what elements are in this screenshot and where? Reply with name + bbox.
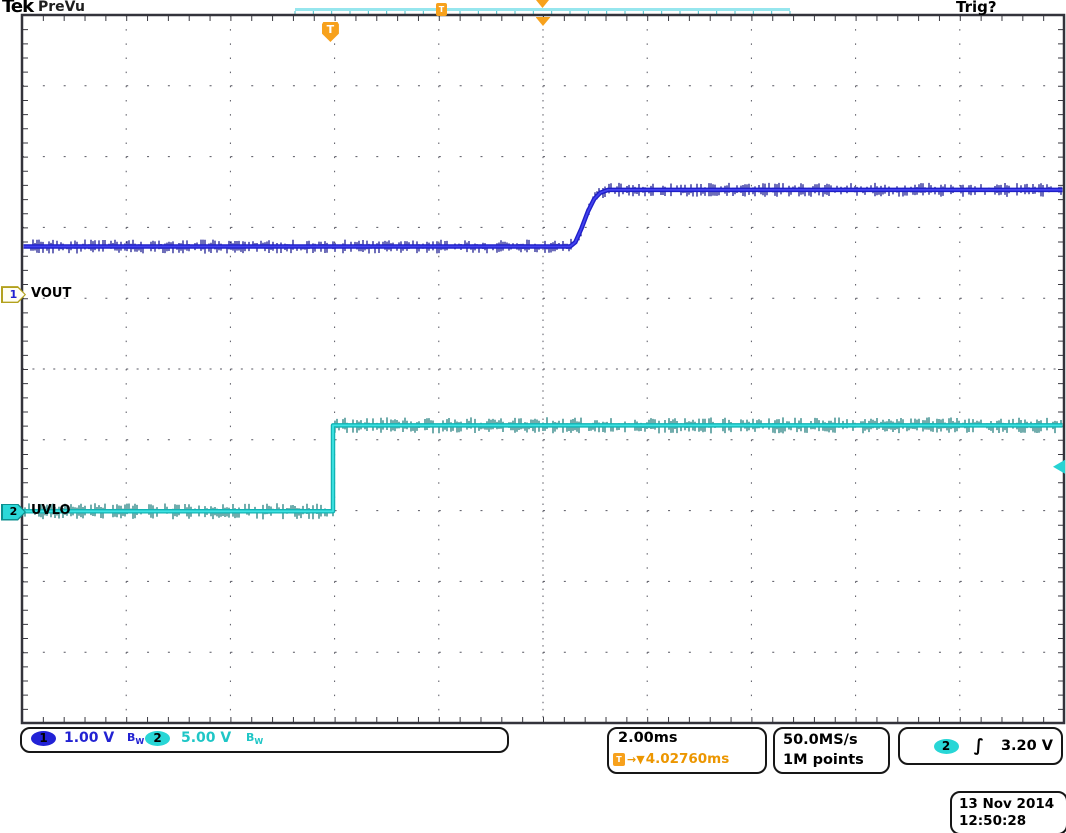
date-readout: 13 Nov 2014 [952,793,1066,813]
delay-t-icon: T [613,753,625,766]
acquisition-mode-label: PreVu [38,0,85,15]
time-per-div-readout: 2.00ms [618,730,678,746]
ch1-scale-readout: 1.00 V [64,730,114,746]
channel-readout-box[interactable]: 1 1.00 V BW 2 5.00 V BW [20,727,509,753]
ch2-scale-readout: 5.00 V [181,730,231,746]
ch1-ground-marker-number: 1 [3,288,25,302]
record-trigger-t-icon[interactable]: T [436,3,447,16]
ch2-bandwidth-indicator: BW [246,731,263,746]
datetime-box: 13 Nov 2014 12:50:28 [950,791,1066,833]
trigger-status-label: Trig? [956,0,997,16]
delay-value: 4.02760ms [646,751,730,767]
trigger-source-badge[interactable]: 2 [934,739,959,754]
ch2-waveform-label: UVLO [31,503,71,518]
ch1-badge[interactable]: 1 [31,731,56,746]
horizontal-readout-box[interactable]: 2.00ms T →▼ 4.02760ms [607,727,767,774]
tek-logo: Tek [2,0,33,17]
acquisition-readout-box[interactable]: 50.0MS/s 1M points [773,727,890,774]
time-readout: 12:50:28 [952,813,1066,830]
ch2-badge[interactable]: 2 [145,731,170,746]
delay-arrow-icon: →▼ [627,753,645,766]
rising-edge-slope-icon: ∫ [974,736,984,756]
bw-sub: W [254,737,263,746]
trigger-delay-readout: T →▼ 4.02760ms [613,751,729,767]
record-length-readout: 1M points [775,750,888,770]
bw-sub: W [135,737,144,746]
oscilloscope-screen: Tek PreVu Trig? T T 1 VOUT 2 UVLO 1 1.00… [0,0,1066,833]
ch1-waveform-label: VOUT [31,286,71,301]
graticule-grid [22,15,1064,723]
trigger-readout-box[interactable]: 2 ∫ 3.20 V [898,727,1063,765]
sample-rate-readout: 50.0MS/s [775,729,888,750]
trigger-level-readout: 3.20 V [1001,738,1053,754]
ch1-bandwidth-indicator: BW [127,731,144,746]
graticule-and-waveforms [0,0,1066,833]
ch2-ground-marker-number: 2 [3,505,25,519]
